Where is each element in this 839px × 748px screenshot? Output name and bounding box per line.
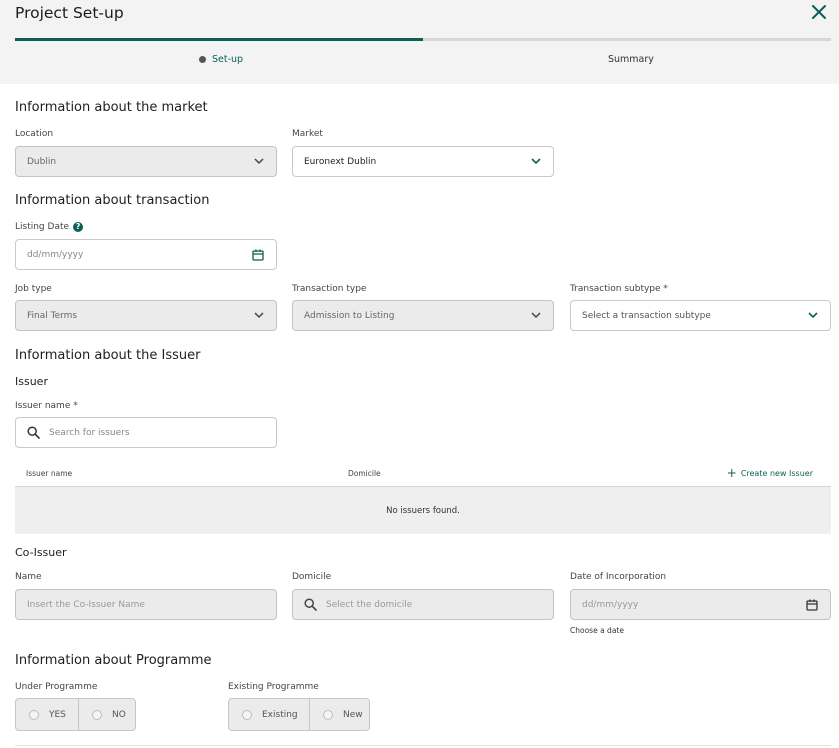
help-icon[interactable]: ? bbox=[73, 222, 84, 232]
issuer-name-label: Issuer name * bbox=[15, 401, 78, 411]
calendar-icon[interactable] bbox=[806, 599, 818, 611]
issuer-search-input[interactable]: Search for issuers bbox=[15, 417, 277, 448]
co-issuer-name-placeholder: Insert the Co-Issuer Name bbox=[27, 599, 145, 610]
column-header-issuer-name[interactable]: Issuer name bbox=[26, 469, 72, 478]
choose-date-hint: Choose a date bbox=[570, 626, 624, 635]
active-step-dot-icon bbox=[199, 56, 206, 63]
job-type-label: Job type bbox=[15, 284, 52, 294]
issuer-table-empty: No issuers found. bbox=[15, 487, 831, 534]
issuer-search-placeholder: Search for issuers bbox=[49, 427, 130, 438]
chevron-down-icon bbox=[254, 158, 264, 165]
domicile-search-input[interactable]: Select the domicile bbox=[292, 589, 554, 620]
existing-programme-label: Existing Programme bbox=[228, 682, 319, 692]
close-icon[interactable] bbox=[811, 4, 827, 20]
create-new-issuer-button[interactable]: + Create new Issuer bbox=[727, 467, 813, 479]
chevron-down-icon bbox=[808, 312, 818, 319]
divider bbox=[15, 745, 831, 746]
transaction-subtype-select[interactable]: Select a transaction subtype bbox=[570, 300, 831, 331]
radio-yes-label: YES bbox=[49, 709, 66, 720]
wizard-header: Project Set-up Set-up Summary bbox=[0, 0, 839, 84]
chevron-down-icon bbox=[531, 158, 541, 165]
transaction-type-value: Admission to Listing bbox=[304, 310, 395, 321]
radio-new[interactable]: New bbox=[309, 699, 369, 730]
existing-programme-radio-group: Existing New bbox=[228, 698, 370, 731]
market-value: Euronext Dublin bbox=[304, 156, 377, 167]
radio-no-label: NO bbox=[112, 709, 126, 720]
search-icon bbox=[304, 598, 317, 611]
under-programme-radio-group: YES NO bbox=[15, 698, 136, 731]
radio-circle-icon bbox=[323, 709, 333, 720]
under-programme-label: Under Programme bbox=[15, 682, 98, 692]
co-issuer-name-input[interactable]: Insert the Co-Issuer Name bbox=[15, 589, 277, 620]
job-type-value: Final Terms bbox=[27, 310, 78, 321]
radio-existing[interactable]: Existing bbox=[229, 699, 309, 730]
transaction-type-select[interactable]: Admission to Listing bbox=[292, 300, 554, 331]
step-setup-label: Set-up bbox=[212, 54, 244, 65]
create-new-issuer-label: Create new Issuer bbox=[740, 468, 813, 478]
radio-circle-icon bbox=[29, 709, 39, 720]
radio-yes[interactable]: YES bbox=[16, 699, 78, 730]
progress-bar bbox=[15, 38, 831, 41]
transaction-subtype-placeholder: Select a transaction subtype bbox=[582, 310, 711, 321]
domicile-placeholder: Select the domicile bbox=[326, 599, 413, 610]
radio-no[interactable]: NO bbox=[78, 699, 135, 730]
listing-date-label: Listing Date ? bbox=[15, 222, 84, 232]
page-title: Project Set-up bbox=[15, 4, 124, 22]
incorporation-date-placeholder: dd/mm/yyyy bbox=[582, 599, 639, 610]
empty-state-text: No issuers found. bbox=[386, 505, 460, 516]
co-issuer-name-label: Name bbox=[15, 572, 42, 582]
radio-circle-icon bbox=[242, 709, 252, 720]
radio-new-label: New bbox=[343, 709, 363, 720]
calendar-icon[interactable] bbox=[252, 249, 264, 261]
step-setup[interactable]: Set-up bbox=[199, 54, 243, 65]
radio-circle-icon bbox=[92, 709, 102, 720]
issuer-table-header: Issuer name Domicile + Create new Issuer bbox=[15, 462, 831, 487]
transaction-type-label: Transaction type bbox=[292, 284, 367, 294]
incorporation-date-label: Date of Incorporation bbox=[570, 572, 667, 582]
co-issuer-subtitle: Co-Issuer bbox=[15, 546, 67, 559]
location-label: Location bbox=[15, 129, 54, 139]
issuer-section-title: Information about the Issuer bbox=[15, 348, 201, 363]
chevron-down-icon bbox=[254, 312, 264, 319]
incorporation-date-input[interactable]: dd/mm/yyyy bbox=[570, 589, 831, 620]
programme-section-title: Information about Programme bbox=[15, 653, 212, 668]
issuer-subtitle: Issuer bbox=[15, 375, 48, 388]
location-value: Dublin bbox=[27, 156, 57, 167]
domicile-label: Domicile bbox=[292, 572, 332, 582]
transaction-section-title: Information about transaction bbox=[15, 193, 210, 208]
listing-date-input[interactable]: dd/mm/yyyy bbox=[15, 239, 277, 270]
location-select[interactable]: Dublin bbox=[15, 146, 277, 177]
progress-fill bbox=[15, 38, 423, 41]
column-header-domicile[interactable]: Domicile bbox=[348, 469, 381, 478]
transaction-subtype-label: Transaction subtype * bbox=[570, 284, 668, 294]
chevron-down-icon bbox=[531, 312, 541, 319]
market-section-title: Information about the market bbox=[15, 100, 208, 115]
search-icon bbox=[27, 426, 40, 439]
plus-icon: + bbox=[726, 466, 737, 480]
job-type-select[interactable]: Final Terms bbox=[15, 300, 277, 331]
radio-existing-label: Existing bbox=[262, 709, 298, 720]
market-label: Market bbox=[292, 129, 323, 139]
listing-date-placeholder: dd/mm/yyyy bbox=[27, 249, 84, 260]
market-select[interactable]: Euronext Dublin bbox=[292, 146, 554, 177]
step-summary[interactable]: Summary bbox=[608, 54, 654, 65]
